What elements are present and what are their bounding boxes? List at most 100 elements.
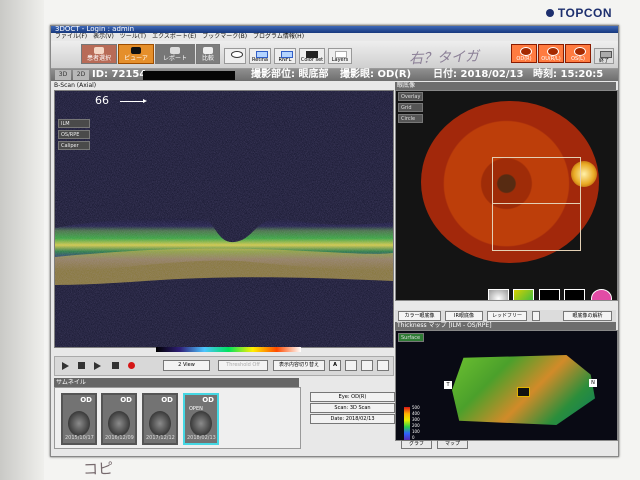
annotation-a-button[interactable]: A (329, 360, 341, 371)
circle-button[interactable]: Circle (398, 114, 423, 123)
thumbnail-date: 2018/02/13 (187, 435, 216, 441)
tab-2d[interactable]: 2D (73, 70, 89, 80)
display-toggle-select[interactable]: 表示内容切り替え (273, 360, 325, 371)
os-label: OS(L) (571, 56, 585, 62)
menu-tools[interactable]: ツール(T) (120, 33, 146, 41)
empty-thumbnail-slot[interactable] (564, 289, 585, 300)
selected-thumbnail-item[interactable]: OD OPEN 2018/02/13 (183, 393, 219, 445)
scan-grid-box (492, 157, 581, 251)
od-label: OD(R) (516, 56, 532, 62)
red-free-button[interactable]: レッドフリー (487, 311, 527, 321)
caliper-button[interactable]: Caliper (58, 141, 90, 150)
previous-icon[interactable] (78, 362, 85, 369)
color-scale-bar (156, 347, 301, 352)
viewer-button[interactable]: ビューア (118, 44, 154, 64)
rnfl-button[interactable]: RNFL (274, 48, 296, 64)
topcon-brand: TOPCON (545, 6, 612, 20)
menu-info[interactable]: プログラム情報(H) (253, 33, 304, 41)
ou-eye-button[interactable]: OU(R/L) (538, 44, 564, 63)
fundus-photo (421, 101, 599, 263)
menu-bookmark[interactable]: ブックマーク(B) (202, 33, 247, 41)
clock-tool-button[interactable] (224, 48, 246, 64)
left-eye-icon (574, 47, 586, 56)
single-view-icon[interactable] (345, 360, 357, 371)
date-info-button[interactable]: Date: 2018/02/13 (310, 414, 395, 424)
layers-button[interactable]: Layers (328, 48, 352, 64)
compare-button[interactable]: 比較 (196, 44, 220, 64)
slice-number: 66 (95, 94, 109, 107)
exit-button[interactable]: 終了 (594, 48, 614, 64)
fundus-mode-thumbnail[interactable] (488, 289, 509, 300)
play-icon[interactable] (62, 362, 69, 370)
fundus-viewer[interactable]: Overlay Grid Circle (395, 90, 618, 301)
tab-3d[interactable]: 3D (55, 70, 71, 80)
eye-view-icon (131, 47, 141, 54)
grid-view-icon[interactable] (377, 360, 389, 371)
patient-info-bar: 3D 2D ID: 72154 撮影部位: 眼底部 撮影眼: OD(R) 日付:… (51, 69, 618, 81)
eye-info-button[interactable]: Eye: OD(R) (310, 392, 395, 402)
both-eyes-icon (547, 47, 559, 56)
thickness-map-viewer[interactable]: Surface T N 500 400 300 200 100 0 (395, 330, 618, 441)
thickness-map-title: Thickness マップ [ILM - OS/RPE] (395, 322, 616, 330)
bscan-control-bar: 2 View Threshold Off 表示内容切り替え A (54, 356, 394, 376)
report-button[interactable]: レポート (155, 44, 195, 64)
menu-view[interactable]: 表示(V) (93, 33, 114, 41)
scan-info-button[interactable]: Scan: 3D Scan (310, 403, 395, 413)
compare-icon (203, 47, 213, 54)
color-fundus-button[interactable]: カラー眼底像 (398, 311, 441, 321)
step-forward-icon[interactable] (94, 362, 101, 370)
menu-export[interactable]: エクスポート(E) (152, 33, 196, 41)
os-eye-button[interactable]: OS(L) (565, 44, 591, 63)
compare-label: 比較 (201, 55, 214, 62)
thumbnail-eye: OD (120, 396, 132, 404)
stop-icon[interactable] (112, 362, 119, 369)
patient-id: ID: 72154 (92, 69, 147, 80)
fundus-analysis-button[interactable]: 眼底像の解析 (563, 311, 612, 321)
record-icon[interactable] (128, 362, 135, 369)
color-set-button[interactable]: Color set (299, 48, 325, 64)
legend-200: 200 (412, 423, 420, 428)
topcon-mark-icon (545, 9, 554, 17)
ilm-button[interactable]: ILM (58, 119, 90, 128)
patient-select-button[interactable]: 患者選択 (81, 44, 117, 64)
slice-arrow-icon (120, 99, 147, 103)
ou-label: OU(R/L) (541, 56, 561, 62)
retina-button[interactable]: Retina (249, 48, 271, 64)
fundus-thumbnail-image (190, 411, 212, 436)
handwritten-note: 右？タイガ (408, 48, 480, 68)
thumbnail-panel: OD 2015/10/17 OD 2016/12/09 OD 2017/12/12 O… (54, 387, 395, 449)
grid-button[interactable]: Grid (398, 103, 423, 112)
ir-fundus-button[interactable]: IR眼底像 (445, 311, 483, 321)
thumbnail-item[interactable]: OD 2017/12/12 (142, 393, 178, 445)
fundus-thumbnail-image (68, 411, 90, 436)
macular-hole-marker (517, 387, 530, 397)
scan-date: 日付: 2018/02/13 (433, 69, 524, 80)
thumbnail-item[interactable]: OD 2015/10/17 (61, 393, 97, 445)
thickness-color-legend (404, 407, 410, 440)
thumbnail-item[interactable]: OD 2016/12/09 (101, 393, 137, 445)
color-thumbnail[interactable] (591, 289, 612, 300)
menu-file[interactable]: ファイル(F) (55, 33, 87, 41)
od-eye-button[interactable]: OD(R) (511, 44, 537, 63)
bscan-viewer[interactable]: ILM OS/RPE Caliper 66 (54, 90, 394, 348)
fundus-thumbnail-image (108, 411, 130, 436)
window-title: 3DOCT - Login : admin (51, 26, 618, 33)
two-view-button[interactable]: 2 View (163, 360, 210, 371)
exit-label: 終了 (598, 58, 609, 64)
layers-icon (335, 51, 347, 58)
thickness-thumbnail[interactable] (513, 289, 534, 300)
overlay-button[interactable]: Overlay (398, 92, 423, 101)
rnfl-icon (281, 51, 293, 58)
surface-button[interactable]: Surface (398, 333, 424, 342)
split-view-icon[interactable] (361, 360, 373, 371)
paper-handwriting: コピ (82, 459, 114, 479)
oct-bscan-image (55, 91, 393, 347)
os-rpe-button[interactable]: OS/RPE (58, 130, 90, 139)
threshold-button[interactable]: Threshold Off (218, 360, 268, 371)
tab-graph[interactable]: グラフ (401, 440, 432, 449)
empty-thumbnail-slot[interactable] (539, 289, 560, 300)
brand-text: TOPCON (557, 6, 612, 20)
thumbnail-date: 2017/12/12 (146, 435, 175, 441)
tab-map[interactable]: マップ (437, 440, 468, 449)
checkbox-button[interactable] (532, 311, 540, 321)
